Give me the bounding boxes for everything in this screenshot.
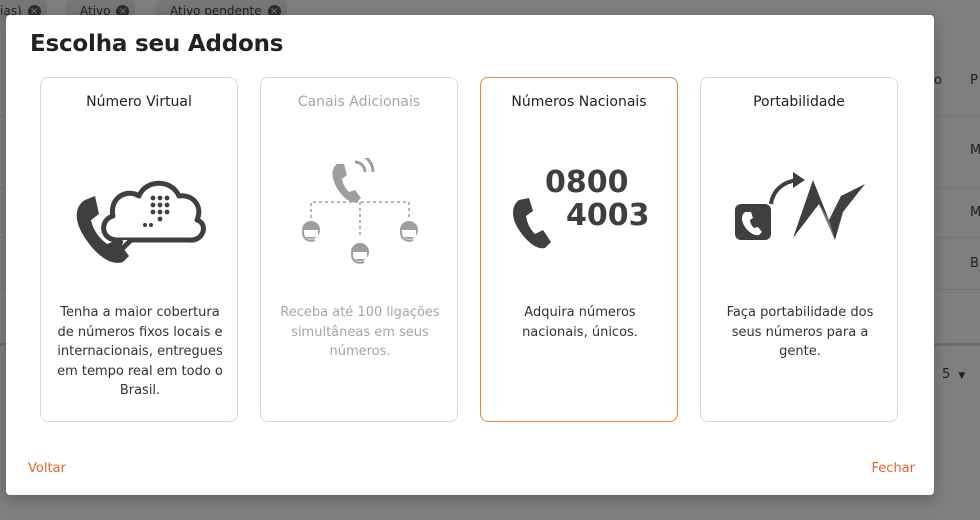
phone-cloud-icon: [76, 180, 206, 263]
modal-title: Escolha seu Addons: [30, 31, 284, 57]
addon-card-canais-adicionais[interactable]: Canais Adicionais Receba até 100 ligaçõe…: [260, 77, 458, 422]
card-title: Números Nacionais: [511, 94, 647, 110]
phone-0800-icon: 0800 4003: [505, 158, 655, 268]
close-button[interactable]: Fechar: [872, 461, 915, 476]
icon-number-line2: 4003: [566, 198, 650, 233]
card-title: Portabilidade: [753, 94, 845, 110]
icon-number-line1: 0800: [545, 165, 629, 200]
phone-channels-icon: [302, 158, 418, 264]
addon-card-numeros-nacionais[interactable]: Números Nacionais 0800 4003 Adquira núme…: [480, 77, 678, 422]
card-description: Tenha a maior cobertura de números fixos…: [57, 305, 223, 398]
addons-modal: Escolha seu Addons Número Virtual Tenha …: [6, 15, 934, 495]
card-title: Número Virtual: [86, 94, 192, 110]
card-description: Receba até 100 ligações simultâneas em s…: [280, 305, 440, 359]
portability-icon: [735, 172, 865, 240]
card-description: Adquira números nacionais, únicos.: [522, 305, 638, 340]
addon-card-portabilidade[interactable]: Portabilidade Faça portabilidade dos seu…: [700, 77, 898, 422]
card-description: Faça portabilidade dos seus números para…: [726, 305, 874, 359]
back-button[interactable]: Voltar: [28, 461, 66, 476]
addon-card-numero-virtual[interactable]: Número Virtual Tenha a maior cobertura d…: [40, 77, 238, 422]
card-title: Canais Adicionais: [297, 94, 421, 110]
